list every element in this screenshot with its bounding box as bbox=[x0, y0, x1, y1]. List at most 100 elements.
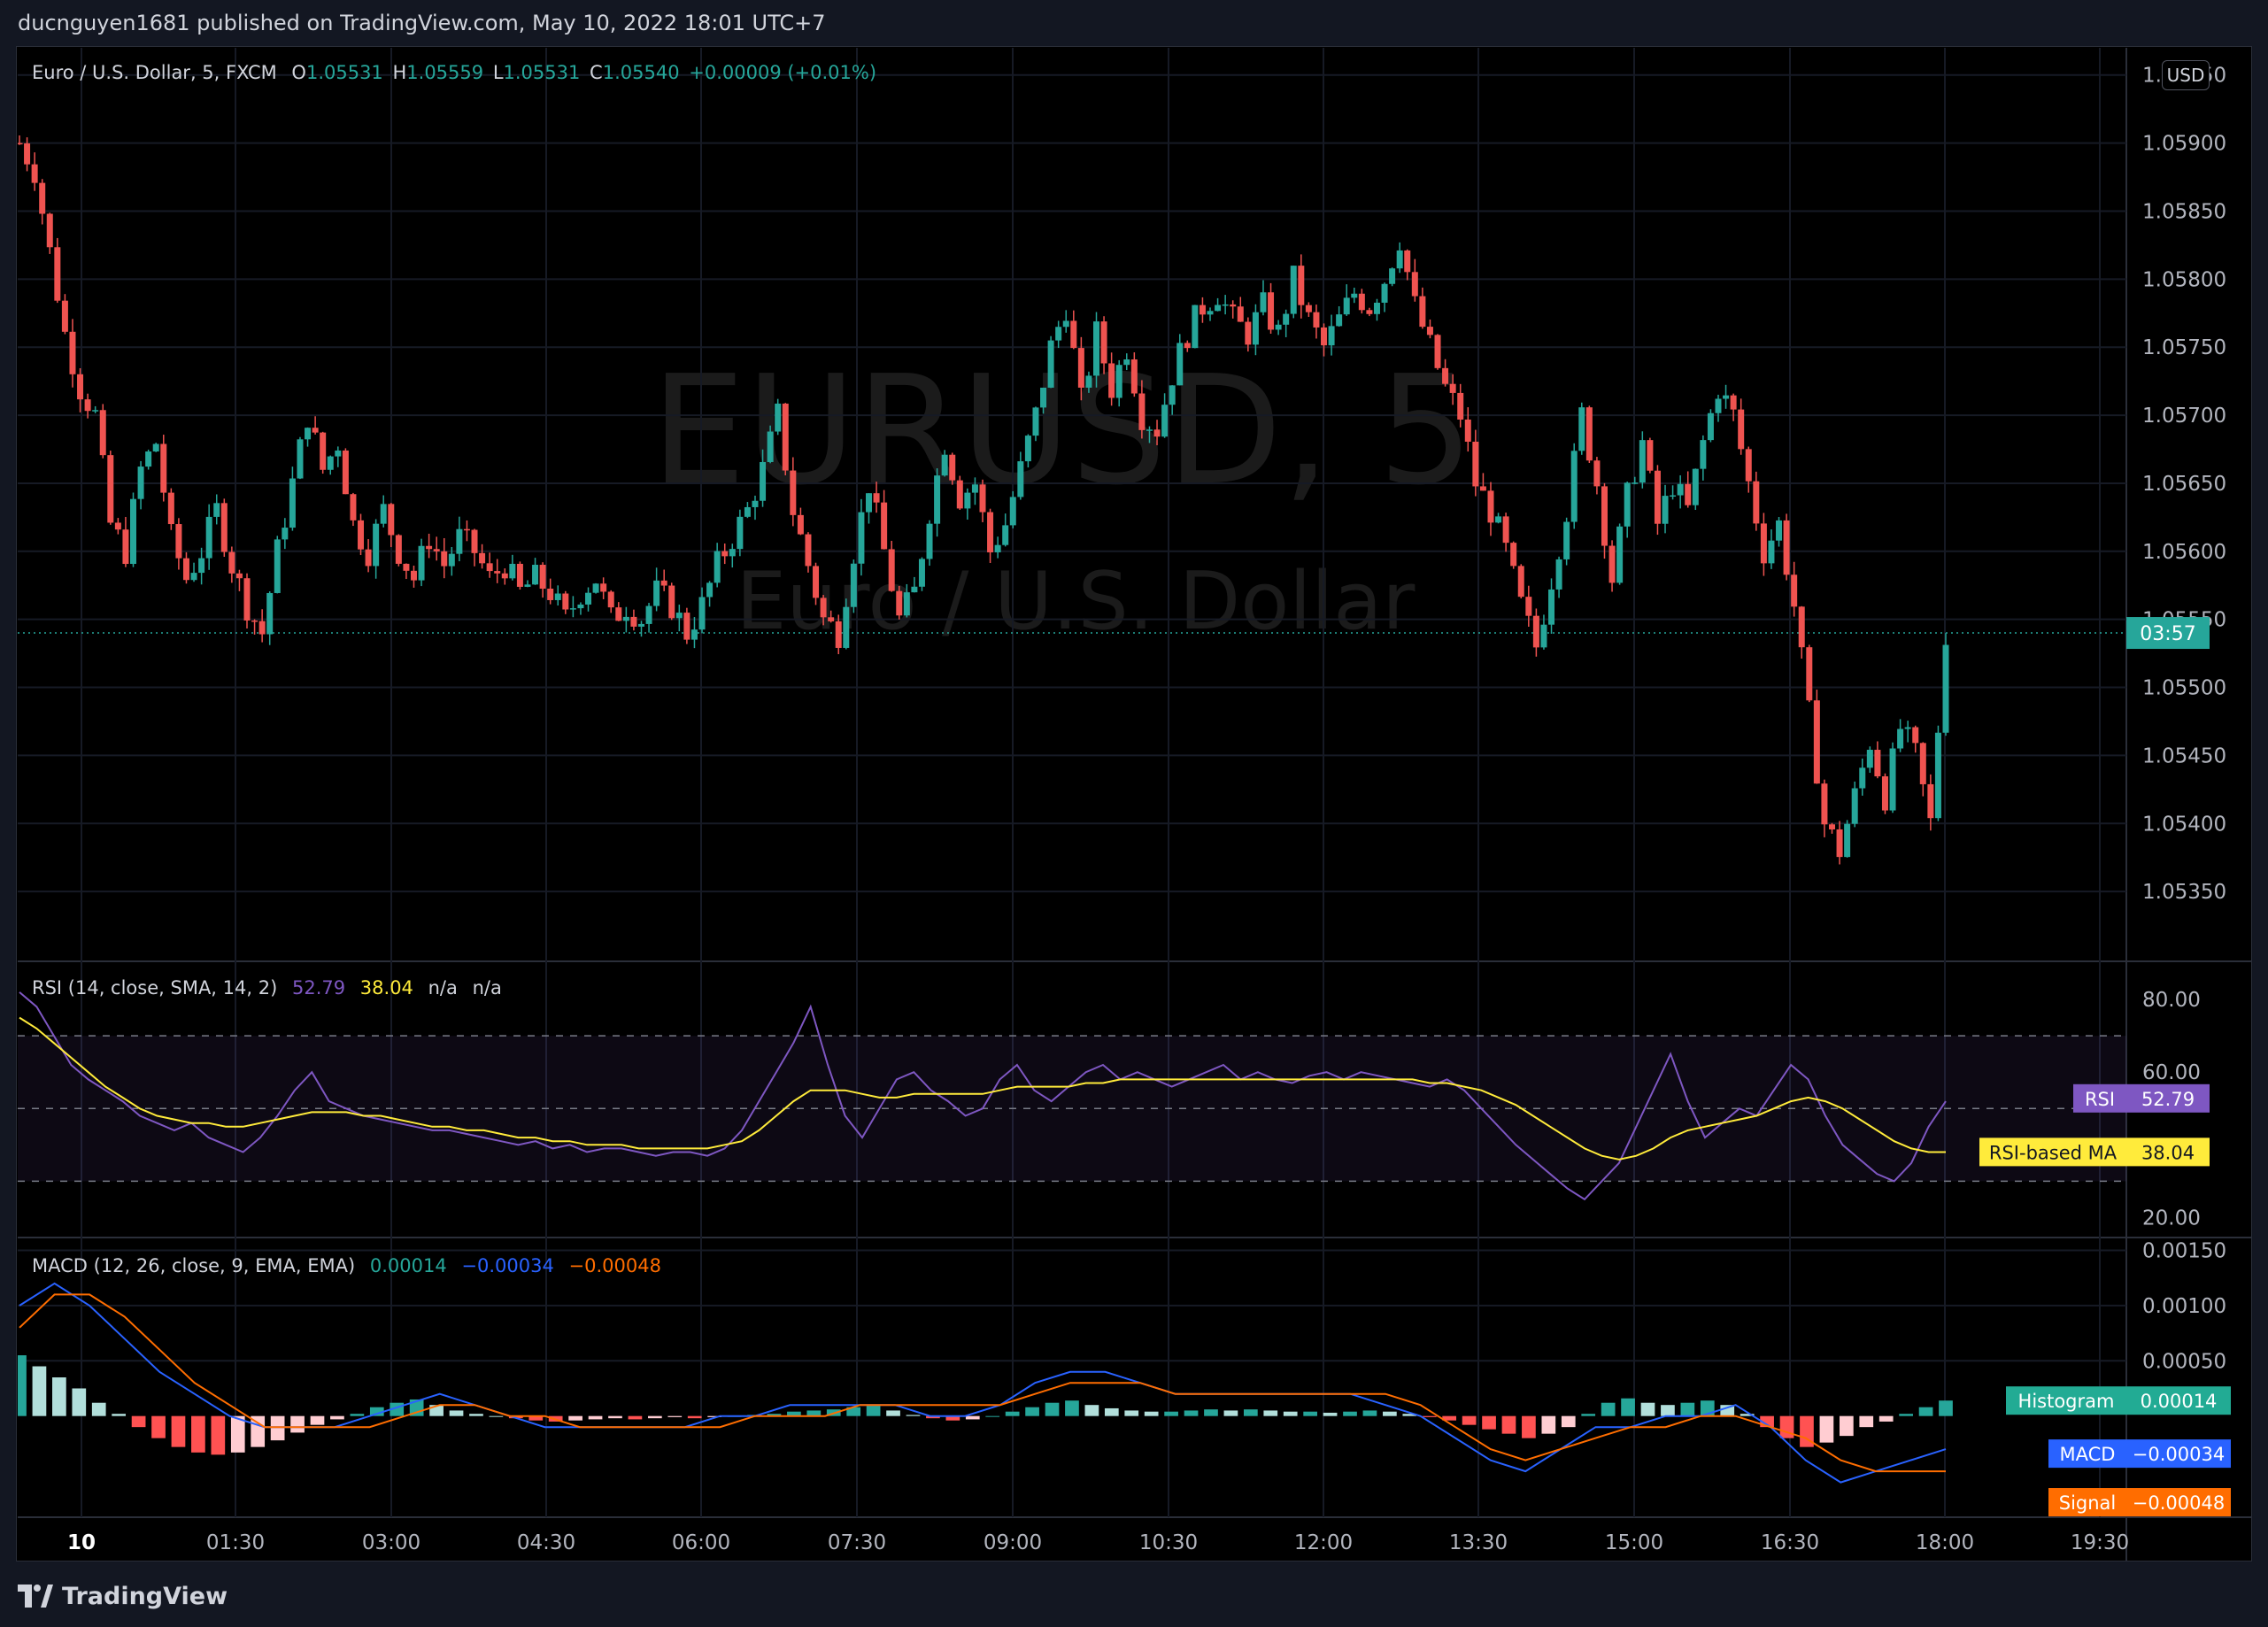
candle-body bbox=[1130, 359, 1138, 394]
time-tick-label: 10 bbox=[67, 1531, 96, 1554]
candle-body bbox=[1464, 419, 1471, 442]
candle-body bbox=[92, 410, 99, 412]
candle-body bbox=[1108, 363, 1115, 398]
candle-body bbox=[182, 558, 189, 581]
price-tick-label: 1.05650 bbox=[2142, 473, 2226, 496]
candle-body bbox=[668, 585, 675, 619]
candle-body bbox=[1760, 523, 1767, 564]
macd-title[interactable]: MACD (12, 26, close, 9, EMA, EMA) bbox=[32, 1255, 355, 1276]
candle-body bbox=[1593, 460, 1601, 487]
candle-body bbox=[577, 604, 584, 609]
macd-tick-label: 0.00100 bbox=[2142, 1295, 2226, 1318]
candle-body bbox=[1472, 441, 1479, 487]
candle-body bbox=[1532, 615, 1539, 648]
candle-body bbox=[554, 593, 561, 600]
candle-body bbox=[1336, 314, 1343, 327]
tradingview-logo[interactable]: TradingView bbox=[18, 1578, 228, 1614]
o-label: O bbox=[291, 62, 306, 83]
candle-body bbox=[775, 403, 782, 432]
macd-histogram-bar bbox=[1819, 1415, 1834, 1443]
macd-histogram-bar bbox=[211, 1415, 226, 1455]
candle-body bbox=[1828, 824, 1835, 829]
candle-body bbox=[39, 182, 46, 214]
macd-histogram-bar bbox=[52, 1377, 66, 1416]
candle-body bbox=[911, 586, 918, 593]
candle-body bbox=[1230, 304, 1237, 307]
macd-histogram-bar bbox=[171, 1415, 186, 1447]
candle-body bbox=[312, 428, 319, 433]
currency-button[interactable]: USD bbox=[2162, 60, 2210, 90]
candle-body bbox=[1525, 597, 1532, 616]
macd-histogram-bar bbox=[1482, 1415, 1496, 1430]
macd-histogram-bar bbox=[1323, 1412, 1338, 1416]
macd-histogram-bar bbox=[1204, 1409, 1218, 1416]
macd-histogram-bar bbox=[32, 1366, 47, 1416]
rsi-title[interactable]: RSI (14, close, SMA, 14, 2) bbox=[32, 977, 277, 999]
candle-body bbox=[1093, 321, 1100, 376]
time-tick-label: 07:30 bbox=[828, 1531, 886, 1554]
candle-body bbox=[1616, 526, 1624, 583]
macd-histogram-bar bbox=[648, 1415, 662, 1419]
macd-histogram-bar bbox=[1303, 1411, 1317, 1416]
macd-histogram-bar bbox=[151, 1415, 166, 1438]
macd-histogram-bar bbox=[1561, 1415, 1576, 1428]
candle-body bbox=[1419, 296, 1426, 328]
candle-body bbox=[1290, 266, 1297, 314]
watermark-symbol: EURUSD, 5 bbox=[651, 343, 1473, 519]
candle-body bbox=[190, 573, 197, 581]
macd-histogram-bar bbox=[1640, 1402, 1655, 1416]
candle-body bbox=[1321, 327, 1328, 346]
candle-body bbox=[1024, 436, 1031, 462]
candle-body bbox=[1662, 496, 1669, 524]
macd-histogram-bar bbox=[1680, 1402, 1695, 1416]
candle-body bbox=[1540, 624, 1547, 648]
candle-body bbox=[1275, 324, 1282, 330]
candle-body bbox=[1821, 783, 1828, 825]
candle-body bbox=[1040, 387, 1047, 408]
candle-body bbox=[1479, 486, 1486, 491]
macd-histogram-bar bbox=[330, 1415, 344, 1420]
candle-body bbox=[1768, 540, 1775, 564]
candle-body bbox=[1510, 543, 1517, 567]
candle-body bbox=[1449, 383, 1456, 393]
macd-histogram-bar bbox=[1144, 1411, 1159, 1416]
candle-body bbox=[698, 597, 706, 630]
time-tick-label: 01:30 bbox=[206, 1531, 265, 1554]
macd-histogram-bar bbox=[1878, 1415, 1894, 1422]
candle-body bbox=[585, 592, 592, 605]
candle-body bbox=[1723, 395, 1730, 399]
candle-body bbox=[327, 456, 334, 470]
price-tick-label: 1.05900 bbox=[2142, 133, 2226, 156]
candle-body bbox=[645, 605, 652, 624]
countdown-text: 03:57 bbox=[2140, 623, 2195, 645]
macd-histogram-bar bbox=[489, 1415, 504, 1417]
candle-body bbox=[675, 613, 683, 619]
macd-histogram-bar bbox=[350, 1414, 365, 1416]
candle-body bbox=[335, 450, 342, 457]
candle-body bbox=[865, 493, 872, 513]
candle-body bbox=[1866, 750, 1873, 768]
candle-body bbox=[1934, 732, 1941, 819]
macd-histogram-bar bbox=[628, 1415, 643, 1420]
chart-canvas[interactable]: EURUSD, 5 Euro / U.S. Dollar 10 01:30 03:0… bbox=[0, 0, 2268, 1627]
rsi-tick-label: 20.00 bbox=[2142, 1207, 2201, 1230]
candle-body bbox=[1305, 305, 1312, 312]
symbol-name[interactable]: Euro / U.S. Dollar, 5, FXCM bbox=[32, 62, 277, 83]
candle-body bbox=[1146, 429, 1153, 431]
candle-body bbox=[380, 504, 387, 524]
candle-body bbox=[1373, 302, 1380, 314]
candle-body bbox=[600, 583, 607, 592]
candle-body bbox=[1889, 748, 1896, 811]
macd-histogram-bar bbox=[1899, 1414, 1913, 1416]
candle-body bbox=[1396, 250, 1403, 269]
candle-body bbox=[160, 443, 167, 493]
rsi-ma-legend-value: 38.04 bbox=[359, 977, 413, 999]
price-tick-label: 1.05750 bbox=[2142, 336, 2226, 359]
candle-body bbox=[858, 512, 865, 564]
candle-body bbox=[235, 573, 243, 579]
macd-histogram-bar bbox=[1601, 1402, 1616, 1416]
candle-body bbox=[1100, 321, 1107, 364]
candle-body bbox=[1055, 327, 1062, 341]
time-tick-label: 19:30 bbox=[2071, 1531, 2129, 1554]
candle-body bbox=[137, 467, 144, 499]
